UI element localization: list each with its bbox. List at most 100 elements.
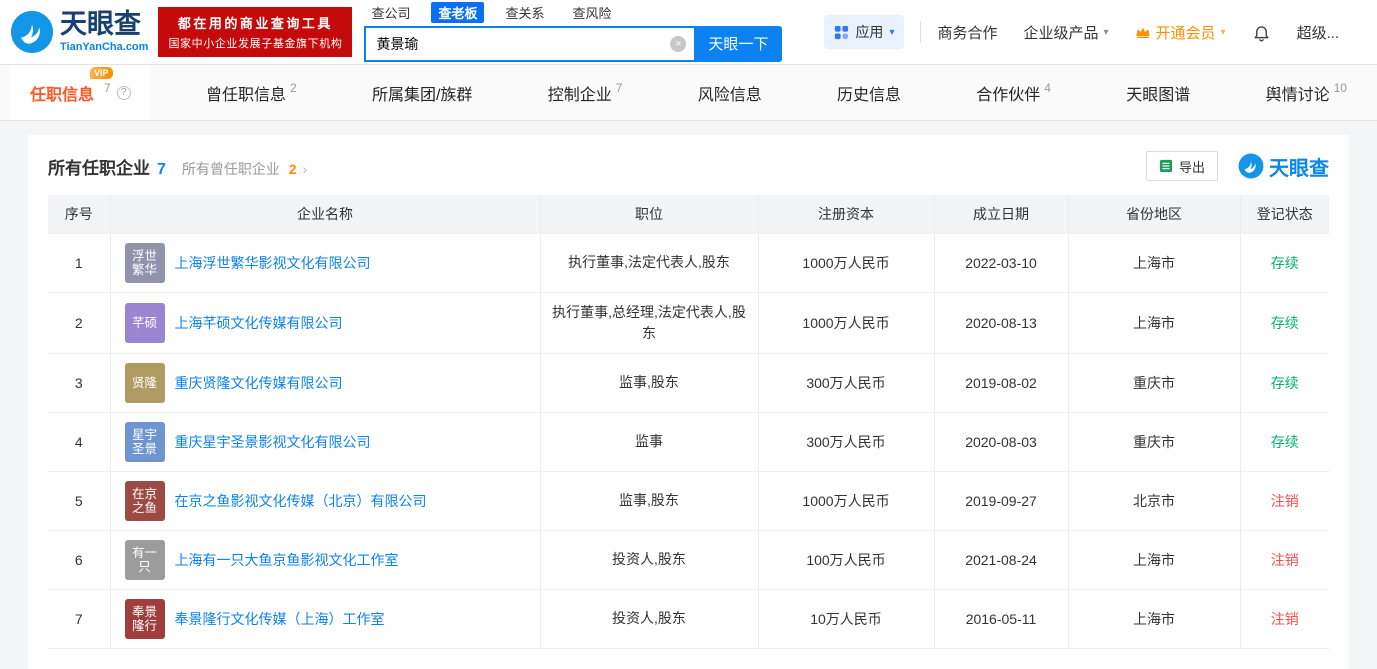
status-cell: 存续: [1240, 292, 1329, 354]
tab-label: 控制企业: [547, 86, 612, 104]
search-input[interactable]: [366, 27, 695, 60]
tianyancha-watermark-icon: [1238, 153, 1264, 179]
logo-title: 天眼查: [60, 9, 141, 39]
notification-bell-button[interactable]: [1252, 23, 1271, 42]
company-name-wrap: 芊硕 上海芊硕文化传媒有限公司: [124, 302, 532, 343]
search-tab-查老板[interactable]: 查老板: [431, 2, 485, 23]
tianyancha-logo-icon: [10, 10, 54, 54]
table-header-row: 序号 企业名称 职位 注册资本 成立日期 省份地区 登记状态: [48, 195, 1329, 234]
company-logo-text: 星宇圣景: [131, 427, 157, 456]
apps-button[interactable]: 应用 ▾: [824, 15, 905, 49]
tab-label: 天眼图谱: [1126, 86, 1191, 104]
company-logo: 芊硕: [124, 302, 165, 343]
nav-open-vip[interactable]: 开通会员 ▾: [1135, 22, 1226, 43]
nav-enterprise-product[interactable]: 企业级产品 ▾: [1023, 22, 1108, 43]
tab-历史信息[interactable]: 历史信息: [817, 65, 921, 120]
brand-watermark: 天眼查: [1238, 152, 1329, 181]
company-logo-text: 浮世繁华: [131, 248, 157, 277]
nav-biz-coop[interactable]: 商务合作: [937, 22, 997, 43]
table-row: 5 在京之鱼 在京之鱼影视文化传媒（北京）有限公司 监事,股东 1000万人民币 2019…: [48, 471, 1329, 531]
tab-label: 舆情讨论: [1265, 86, 1330, 104]
status-cell: 存续: [1240, 412, 1329, 472]
former-positions-link[interactable]: 所有曾任职企业 2 ›: [182, 159, 307, 179]
company-link[interactable]: 奉景隆行文化传媒（上海）工作室: [175, 609, 385, 629]
region-cell: 重庆市: [1068, 412, 1241, 472]
company-cell: 贤隆 重庆贤隆文化传媒有限公司: [110, 353, 541, 413]
brand-watermark-label: 天眼查: [1269, 157, 1329, 180]
status-cell: 注销: [1240, 589, 1329, 649]
company-logo-text: 在京之鱼: [131, 486, 157, 515]
company-logo: 贤隆: [124, 362, 165, 403]
tab-label: 任职信息 VIP: [30, 66, 113, 105]
search-tab-查公司[interactable]: 查公司: [364, 2, 417, 23]
slogan-line2: 国家中小企业发展子基金旗下机构: [168, 38, 343, 50]
date-cell: 2019-09-27: [934, 471, 1069, 531]
tab-曾任职信息[interactable]: 曾任职信息 2: [186, 65, 317, 120]
tab-控制企业[interactable]: 控制企业 7: [528, 65, 643, 120]
company-link[interactable]: 重庆贤隆文化传媒有限公司: [175, 373, 343, 393]
slogan-line1: 都在用的商业查询工具: [177, 16, 333, 31]
company-link[interactable]: 重庆星宇圣景影视文化有限公司: [175, 432, 371, 452]
tianyancha-logo[interactable]: 天眼查 TianYanCha.com: [10, 10, 148, 54]
vip-badge: VIP: [90, 66, 113, 79]
table-body: 1 浮世繁华 上海浮世繁华影视文化有限公司 执行董事,法定代表人,股东 1000万人民币…: [48, 233, 1329, 649]
apps-grid-icon: [835, 25, 849, 39]
company-logo: 在京之鱼: [124, 480, 165, 521]
clear-icon[interactable]: ×: [670, 35, 687, 52]
company-cell: 有一只 上海有一只大鱼京鱼影视文化工作室: [110, 530, 541, 590]
tab-天眼图谱[interactable]: 天眼图谱: [1106, 65, 1210, 120]
company-link[interactable]: 上海浮世繁华影视文化有限公司: [175, 253, 371, 273]
company-logo: 浮世繁华: [124, 242, 165, 283]
tab-舆情讨论[interactable]: 舆情讨论 10: [1246, 65, 1367, 120]
company-logo: 有一只: [124, 539, 165, 580]
nav-super-vip[interactable]: 超级...: [1297, 22, 1340, 43]
date-cell: 2020-08-13: [934, 292, 1069, 354]
row-index: 1: [48, 233, 111, 293]
company-name-wrap: 有一只 上海有一只大鱼京鱼影视文化工作室: [124, 539, 532, 580]
export-button[interactable]: 导出: [1145, 151, 1218, 181]
position-cell: 执行董事,法定代表人,股东: [540, 233, 759, 293]
date-cell: 2016-05-11: [934, 589, 1069, 649]
company-link[interactable]: 上海有一只大鱼京鱼影视文化工作室: [175, 550, 399, 570]
nav-enterprise-label: 企业级产品: [1023, 24, 1099, 42]
company-cell: 奉景隆行 奉景隆行文化传媒（上海）工作室: [110, 589, 541, 649]
export-label: 导出: [1178, 159, 1205, 175]
tab-任职信息[interactable]: 任职信息 VIP 7?: [10, 65, 151, 120]
search-tab-查关系[interactable]: 查关系: [498, 2, 551, 23]
capital-cell: 1000万人民币: [758, 233, 935, 293]
row-index: 5: [48, 471, 111, 531]
tab-风险信息[interactable]: 风险信息: [678, 65, 782, 120]
company-link[interactable]: 上海芊硕文化传媒有限公司: [175, 313, 343, 333]
search-tab-查风险[interactable]: 查风险: [565, 2, 618, 23]
column-header: 登记状态: [1240, 195, 1329, 234]
nav-open-vip-label: 开通会员: [1155, 24, 1216, 42]
apps-label: 应用: [855, 24, 884, 40]
logo-domain: TianYanCha.com: [60, 41, 149, 53]
page-title-count: 7: [157, 160, 166, 178]
search-area: 查公司查老板查关系查风险 × 天眼一下: [364, 2, 783, 62]
company-logo: 奉景隆行: [124, 598, 165, 639]
company-cell: 在京之鱼 在京之鱼影视文化传媒（北京）有限公司: [110, 471, 541, 531]
date-cell: 2020-08-03: [934, 412, 1069, 472]
tab-所属集团/族群[interactable]: 所属集团/族群: [352, 65, 492, 120]
company-link[interactable]: 在京之鱼影视文化传媒（北京）有限公司: [175, 491, 427, 511]
column-header: 成立日期: [934, 195, 1069, 234]
help-icon[interactable]: ?: [116, 85, 131, 100]
row-index: 4: [48, 412, 111, 472]
capital-cell: 1000万人民币: [758, 292, 935, 354]
region-cell: 上海市: [1068, 530, 1241, 590]
search-button[interactable]: 天眼一下: [694, 25, 783, 62]
tab-count: 7: [104, 80, 111, 95]
company-name-wrap: 奉景隆行 奉景隆行文化传媒（上海）工作室: [124, 598, 532, 639]
chevron-down-icon: ▾: [889, 26, 895, 38]
capital-cell: 10万人民币: [758, 589, 935, 649]
company-name-wrap: 在京之鱼 在京之鱼影视文化传媒（北京）有限公司: [124, 480, 532, 521]
column-header: 省份地区: [1068, 195, 1241, 234]
header-divider: [920, 21, 922, 43]
top-header: 天眼查 TianYanCha.com 都在用的商业查询工具 国家中小企业发展子基…: [0, 0, 1377, 64]
company-cell: 浮世繁华 上海浮世繁华影视文化有限公司: [110, 233, 541, 293]
row-index: 2: [48, 292, 111, 354]
tab-合作伙伴[interactable]: 合作伙伴 4: [956, 65, 1071, 120]
main-content: 所有任职企业 7 所有曾任职企业 2 › 导出 天眼查 序号 企业名称 职位 注…: [0, 121, 1377, 669]
table-row: 1 浮世繁华 上海浮世繁华影视文化有限公司 执行董事,法定代表人,股东 1000万人民币…: [48, 233, 1329, 293]
